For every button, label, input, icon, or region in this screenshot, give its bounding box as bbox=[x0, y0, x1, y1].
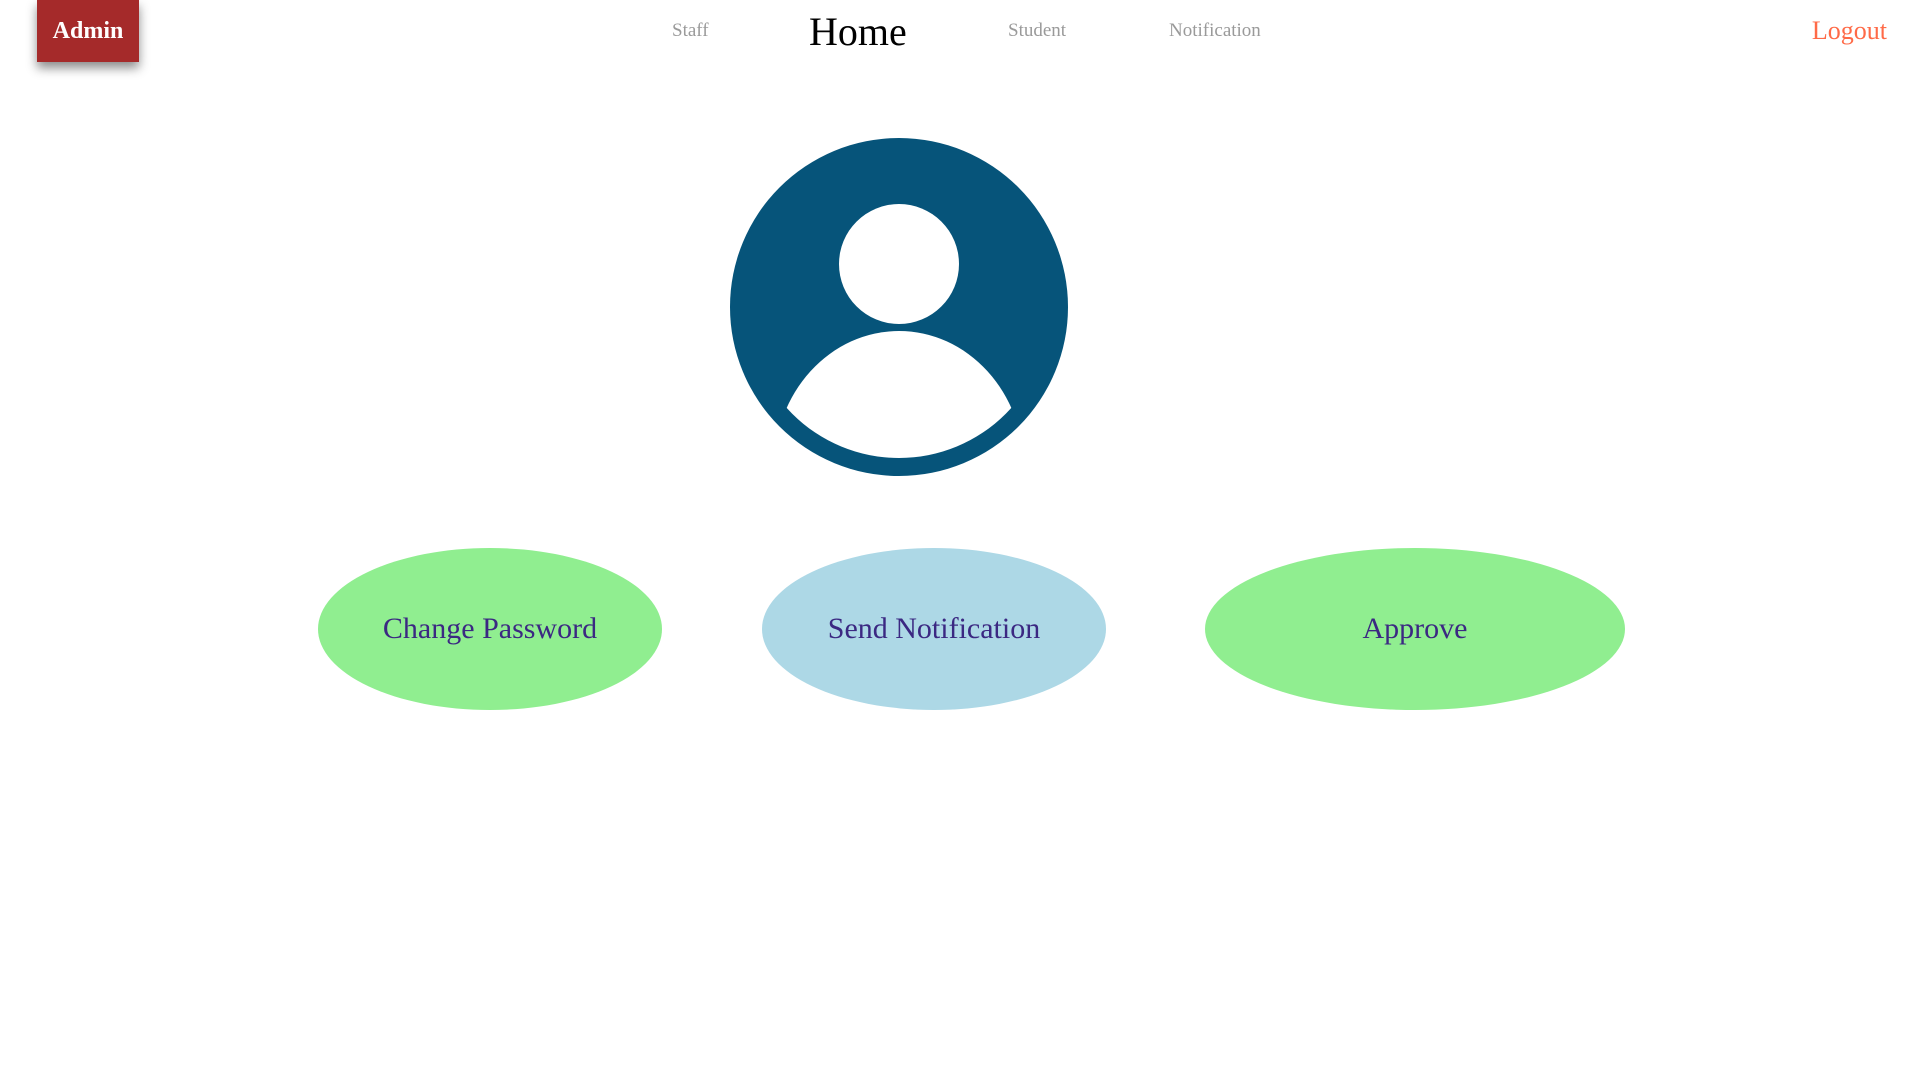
user-avatar bbox=[730, 138, 1068, 476]
nav-link-staff[interactable]: Staff bbox=[672, 20, 709, 42]
user-circle-icon bbox=[730, 138, 1068, 476]
logout-link[interactable]: Logout bbox=[1812, 16, 1887, 46]
admin-badge: Admin bbox=[37, 0, 139, 62]
send-notification-button[interactable]: Send Notification bbox=[762, 548, 1106, 710]
change-password-button[interactable]: Change Password bbox=[318, 548, 662, 710]
approve-button[interactable]: Approve bbox=[1205, 548, 1625, 710]
nav-link-student[interactable]: Student bbox=[1008, 20, 1066, 42]
change-password-label: Change Password bbox=[382, 612, 598, 645]
nav-link-home[interactable]: Home bbox=[809, 8, 907, 55]
admin-badge-label: Admin bbox=[52, 17, 124, 44]
nav-link-notification[interactable]: Notification bbox=[1169, 20, 1261, 42]
admin-home-page: Admin Staff Home Student Notification Lo… bbox=[0, 0, 1920, 1080]
send-notification-label: Send Notification bbox=[827, 612, 1041, 645]
approve-label: Approve bbox=[1362, 612, 1468, 645]
